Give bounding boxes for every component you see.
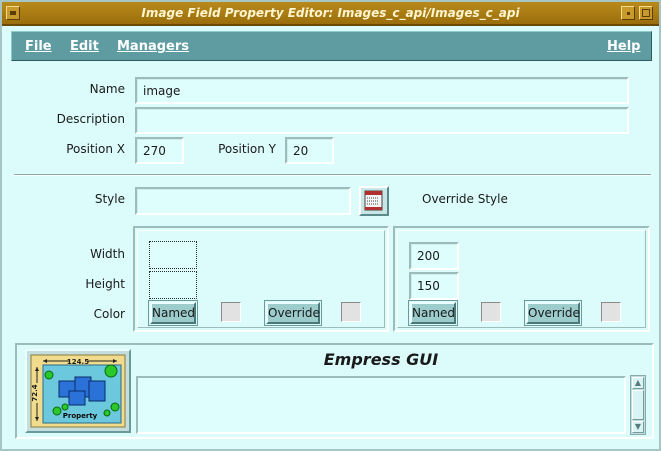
- position-y-field[interactable]: 20: [285, 137, 334, 164]
- menu-edit[interactable]: Edit: [70, 39, 99, 54]
- scroll-down-icon[interactable]: ▼: [632, 421, 644, 433]
- section-divider: [14, 174, 651, 176]
- override-color-button[interactable]: Override: [266, 302, 320, 324]
- name-field[interactable]: image: [135, 77, 629, 104]
- message-area[interactable]: [136, 376, 626, 434]
- style-list-icon: [364, 190, 383, 211]
- description-label: Description: [56, 112, 125, 126]
- scroll-thumb[interactable]: [632, 390, 644, 420]
- menu-managers-label: Managers: [117, 39, 190, 54]
- override-style-color-swatch-2[interactable]: [601, 302, 621, 322]
- style-label: Style: [94, 192, 125, 206]
- menu-file-label: File: [25, 39, 52, 54]
- window-title: Image Field Property Editor: Images_c_ap…: [141, 6, 520, 20]
- logo-image: 124.5 72.4 Property: [30, 354, 126, 428]
- named-color-button[interactable]: Named: [150, 302, 196, 324]
- logo-side-dim: 72.4: [31, 384, 39, 401]
- width-override-field[interactable]: 200: [409, 242, 459, 270]
- named-color-button-right[interactable]: Named: [410, 302, 456, 324]
- width-default-field[interactable]: [149, 241, 197, 269]
- height-label: Height: [85, 277, 125, 291]
- style-field[interactable]: [135, 187, 351, 215]
- height-override-field[interactable]: 150: [409, 272, 459, 300]
- brand-title: Empress GUI: [323, 350, 439, 369]
- message-scrollbar[interactable]: ▲ ▼: [630, 375, 646, 435]
- width-label: Width: [90, 247, 125, 261]
- position-y-label: Position Y: [218, 142, 276, 156]
- maximize-icon[interactable]: [639, 6, 653, 20]
- title-bar[interactable]: Image Field Property Editor: Images_c_ap…: [2, 2, 659, 26]
- menu-help[interactable]: Help: [607, 39, 640, 54]
- color-label: Color: [93, 307, 125, 321]
- property-editor-window: Image Field Property Editor: Images_c_ap…: [0, 0, 661, 451]
- position-x-label: Position X: [66, 142, 125, 156]
- override-color-button-right[interactable]: Override: [526, 302, 580, 324]
- menu-file[interactable]: File: [25, 39, 52, 54]
- menu-managers[interactable]: Managers: [117, 39, 189, 54]
- style-picker-button[interactable]: [359, 186, 389, 216]
- logo-label: Property: [63, 412, 98, 420]
- scroll-up-icon[interactable]: ▲: [632, 377, 644, 389]
- menu-bar: File Edit Managers Help: [11, 31, 652, 61]
- name-label: Name: [89, 82, 125, 96]
- override-style-color-swatch[interactable]: [481, 302, 501, 322]
- height-default-field[interactable]: [149, 271, 197, 299]
- menu-help-label: Help: [607, 39, 641, 54]
- minimize-icon[interactable]: [621, 6, 635, 20]
- description-field[interactable]: [135, 107, 629, 134]
- override-color-swatch[interactable]: [341, 302, 361, 322]
- default-color-swatch[interactable]: [221, 302, 241, 322]
- menu-edit-label: Edit: [70, 39, 99, 54]
- property-map-icon: 124.5 72.4 Property: [25, 349, 131, 433]
- override-style-label: Override Style: [422, 192, 508, 206]
- position-x-field[interactable]: 270: [135, 137, 184, 164]
